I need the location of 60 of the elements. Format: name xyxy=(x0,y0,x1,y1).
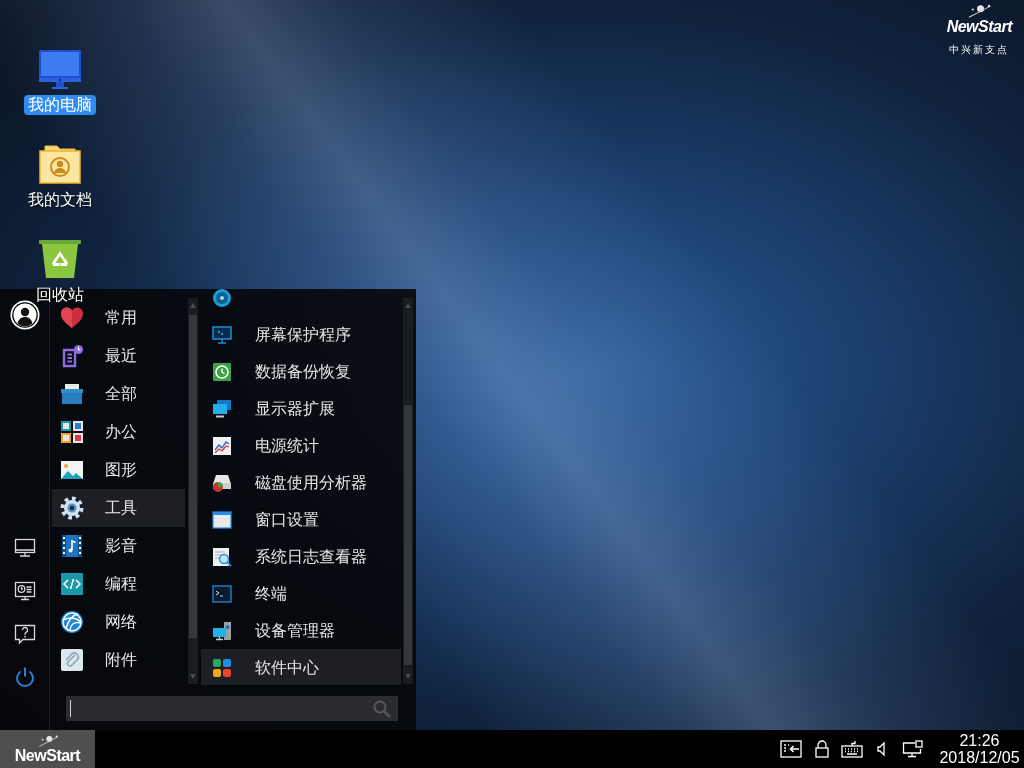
app-item[interactable]: 屏幕保护程序 xyxy=(201,316,401,353)
monitor-icon[interactable] xyxy=(13,537,36,559)
disk-pie-icon xyxy=(212,472,232,493)
terminal-icon xyxy=(212,583,232,604)
box-icon xyxy=(60,382,84,406)
two-monitors-icon xyxy=(212,398,232,419)
line-chart-icon xyxy=(212,435,232,456)
start-button[interactable]: NewStart xyxy=(0,730,95,768)
brand-logo: NewStart xyxy=(946,18,1012,36)
app-item[interactable]: 显示器扩展 xyxy=(201,390,401,427)
category-item[interactable]: 最近 xyxy=(52,337,185,375)
keyboard-icon[interactable] xyxy=(841,740,863,758)
document-magnifier-icon xyxy=(212,546,232,567)
scrollbar[interactable] xyxy=(188,298,198,684)
category-item[interactable]: 工具 xyxy=(52,489,185,527)
recycle-bin-icon[interactable] xyxy=(37,238,83,280)
document-clock-icon xyxy=(60,344,84,368)
app-item[interactable]: 设备管理器 xyxy=(201,612,401,649)
clock-time: 21:26 xyxy=(959,732,1000,749)
category-item[interactable]: 办公 xyxy=(52,413,185,451)
brand-subtitle: 中兴新支点 xyxy=(949,44,1010,56)
monitor-tower-icon xyxy=(212,620,232,641)
gear-icon xyxy=(60,496,84,520)
app-item[interactable]: 磁盘使用分析器 xyxy=(201,464,401,501)
power-icon[interactable] xyxy=(13,666,36,688)
shortcut-label[interactable]: 我的文档 xyxy=(24,190,96,210)
search-field[interactable] xyxy=(66,696,398,721)
window-icon xyxy=(212,509,232,530)
category-item[interactable]: 图形 xyxy=(52,451,185,489)
scrollbar-thumb[interactable] xyxy=(189,315,197,638)
category-item[interactable]: 附件 xyxy=(52,641,185,679)
paperclip-icon xyxy=(60,648,84,672)
scrollbar[interactable] xyxy=(403,298,413,684)
help-icon[interactable] xyxy=(13,623,36,645)
code-icon xyxy=(60,572,84,596)
globe-icon xyxy=(60,610,84,634)
category-item[interactable]: 影音 xyxy=(52,527,185,565)
monitor-clock-icon[interactable] xyxy=(13,580,36,602)
film-note-icon xyxy=(60,534,84,558)
heart-icon xyxy=(60,306,84,330)
app-item[interactable]: 系统日志查看器 xyxy=(201,538,401,575)
monitor-icon xyxy=(212,324,232,345)
tiles-icon xyxy=(212,657,232,678)
category-item[interactable]: 编程 xyxy=(52,565,185,603)
app-item[interactable]: 窗口设置 xyxy=(201,501,401,538)
folder-person-icon[interactable] xyxy=(37,143,83,185)
app-item[interactable]: 数据备份恢复 xyxy=(201,353,401,390)
clock-date: 2018/12/05 xyxy=(939,749,1020,766)
category-item[interactable]: 网络 xyxy=(52,603,185,641)
scrollbar-thumb[interactable] xyxy=(404,405,412,665)
squares-icon xyxy=(60,420,84,444)
app-item[interactable]: 电源统计 xyxy=(201,427,401,464)
category-item[interactable]: 全部 xyxy=(52,375,185,413)
app-item[interactable]: 终端 xyxy=(201,575,401,612)
picture-icon xyxy=(60,458,84,482)
user-avatar-icon[interactable] xyxy=(9,300,40,330)
clock-icon xyxy=(212,361,232,382)
shortcut-label[interactable]: 回收站 xyxy=(32,285,88,305)
app-item[interactable]: 软件中心 xyxy=(201,649,401,685)
monitor-window-icon[interactable] xyxy=(902,740,924,758)
